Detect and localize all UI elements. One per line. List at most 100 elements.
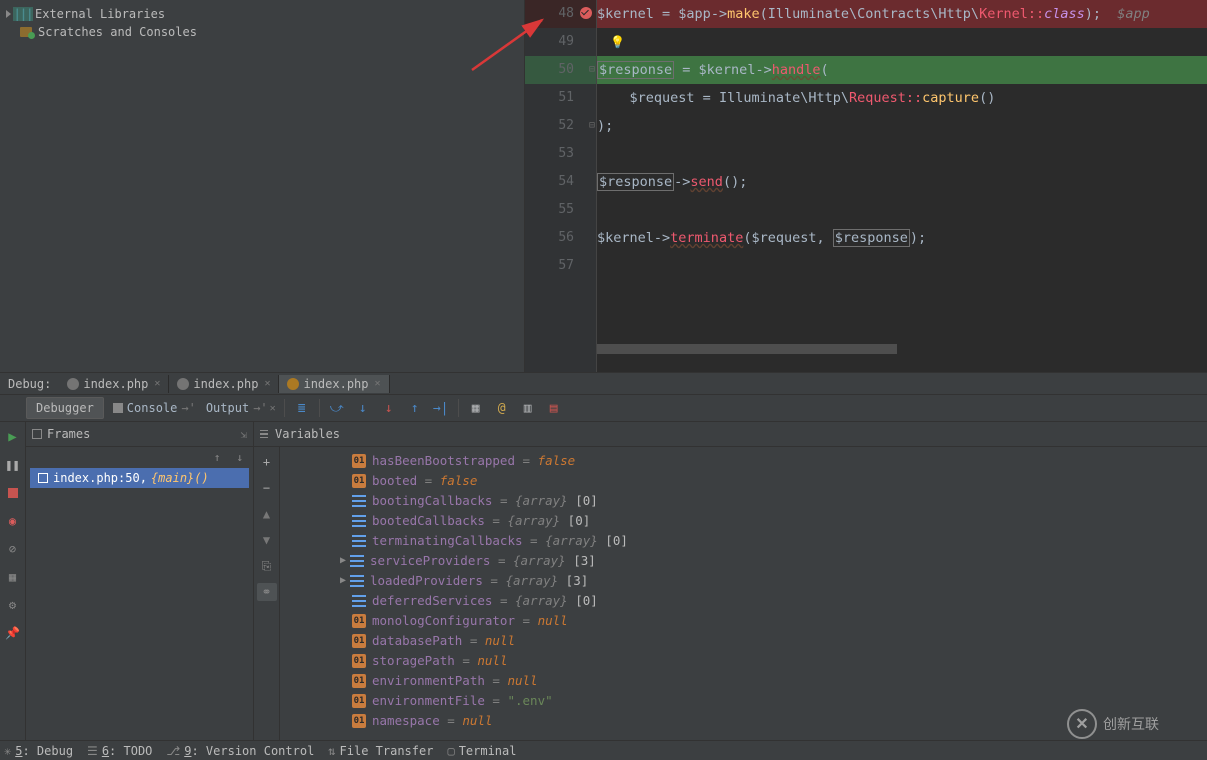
bug-icon xyxy=(287,378,299,390)
tool-window-terminal[interactable]: ▢Terminal xyxy=(447,744,516,758)
variable-row[interactable]: 01environmentPath = null xyxy=(280,671,1207,691)
editor-code[interactable]: $kernel = $app->make(Illuminate\Contract… xyxy=(597,0,1207,372)
variable-row[interactable]: 01storagePath = null xyxy=(280,651,1207,671)
library-icon xyxy=(15,7,31,21)
settings-icon[interactable]: ▥ xyxy=(516,396,540,420)
pin-icon[interactable]: 📌 xyxy=(4,624,22,642)
todo-icon: ☰ xyxy=(87,744,98,758)
evaluate-expression-icon[interactable]: ▦ xyxy=(464,396,488,420)
step-into-icon[interactable]: ↓ xyxy=(351,396,375,420)
watermark-logo: ✕ 创新互联 xyxy=(1067,706,1197,742)
show-execution-point-icon[interactable]: ≣ xyxy=(290,396,314,420)
variable-row[interactable]: 01monologConfigurator = null xyxy=(280,611,1207,631)
expand-icon[interactable]: ▶ xyxy=(340,551,350,571)
array-icon xyxy=(350,554,364,568)
bug-icon xyxy=(67,378,79,390)
line-number: 57 xyxy=(558,258,574,273)
close-output-icon[interactable]: ✕ xyxy=(270,403,276,414)
field-icon: 01 xyxy=(352,454,366,468)
pause-icon[interactable]: ❚❚ xyxy=(4,456,22,474)
frames-header: Frames ⇲ xyxy=(26,422,254,446)
terminal-icon: ▢ xyxy=(447,744,454,758)
view-breakpoints-icon[interactable]: ◉ xyxy=(4,512,22,530)
tool-window-file-transfer[interactable]: ⇅File Transfer xyxy=(328,744,433,758)
sidebar-scratches[interactable]: Scratches and Consoles xyxy=(0,23,524,41)
copy-icon[interactable]: ⎘ xyxy=(258,557,276,575)
settings-icon[interactable]: ⚙ xyxy=(4,596,22,614)
code-line-current-execution[interactable]: $response = $kernel->handle( xyxy=(597,56,1207,84)
tool-window-todo[interactable]: ☰6: TODO xyxy=(87,744,152,758)
fold-icon[interactable]: ⊟ xyxy=(589,56,595,84)
resume-icon[interactable]: ▶ xyxy=(4,428,22,446)
field-icon: 01 xyxy=(352,714,366,728)
layout-icon[interactable]: ▦ xyxy=(4,568,22,586)
field-icon: 01 xyxy=(352,694,366,708)
code-line[interactable] xyxy=(597,140,1207,168)
debugger-tab[interactable]: Debugger xyxy=(26,397,104,419)
code-line[interactable]: $request = Illuminate\Http\Request::capt… xyxy=(597,84,1207,112)
fold-icon[interactable]: ⊟ xyxy=(589,112,595,140)
memory-icon[interactable]: ▤ xyxy=(542,396,566,420)
expand-icon[interactable] xyxy=(6,10,11,18)
output-tab[interactable]: Output→'✕ xyxy=(202,401,280,415)
code-line[interactable]: $response->send(); xyxy=(597,168,1207,196)
close-tab-icon[interactable]: ✕ xyxy=(154,378,160,389)
frames-panel[interactable]: ↑ ↓ index.php:50, {main}() xyxy=(26,447,254,740)
run-to-cursor-icon[interactable]: →| xyxy=(429,396,453,420)
editor[interactable]: 48 49 50⊟ 51 52⊟ 53 54 55 56 57 $kernel … xyxy=(525,0,1207,372)
variable-row[interactable]: ▶serviceProviders = {array} [3] xyxy=(280,551,1207,571)
line-number: 48 xyxy=(558,6,574,21)
step-out-icon[interactable]: ↑ xyxy=(403,396,427,420)
code-line[interactable] xyxy=(597,252,1207,280)
project-sidebar[interactable]: External Libraries Scratches and Console… xyxy=(0,0,525,372)
tool-window-debug[interactable]: ✳5: Debug xyxy=(4,744,73,758)
line-number: 56 xyxy=(558,230,574,245)
up-icon[interactable]: ▲ xyxy=(258,505,276,523)
code-line[interactable]: 💡 xyxy=(597,28,1207,56)
restore-layout-icon[interactable]: ⇲ xyxy=(240,428,247,441)
prev-frame-icon[interactable]: ↑ xyxy=(214,451,221,464)
field-icon: 01 xyxy=(352,474,366,488)
step-over-icon[interactable]: ⤻ xyxy=(325,396,349,420)
next-frame-icon[interactable]: ↓ xyxy=(236,451,243,464)
code-line[interactable]: $kernel = $app->make(Illuminate\Contract… xyxy=(597,0,1207,28)
link-icon[interactable]: ⚭ xyxy=(257,583,277,601)
variable-row[interactable]: deferredServices = {array} [0] xyxy=(280,591,1207,611)
debug-session-tab[interactable]: index.php ✕ xyxy=(169,375,279,393)
variable-row[interactable]: bootingCallbacks = {array} [0] xyxy=(280,491,1207,511)
intention-bulb-icon[interactable]: 💡 xyxy=(610,28,625,56)
debug-tool-window[interactable]: Debug: index.php ✕ index.php ✕ index.php… xyxy=(0,372,1207,740)
horizontal-scrollbar[interactable] xyxy=(597,344,897,354)
code-line[interactable]: $kernel->terminate($request, $response); xyxy=(597,224,1207,252)
variable-row[interactable]: terminatingCallbacks = {array} [0] xyxy=(280,531,1207,551)
code-line[interactable] xyxy=(597,196,1207,224)
editor-gutter[interactable]: 48 49 50⊟ 51 52⊟ 53 54 55 56 57 xyxy=(525,0,597,372)
variable-row[interactable]: 01booted = false xyxy=(280,471,1207,491)
line-number: 49 xyxy=(558,34,574,49)
variable-row[interactable]: 01hasBeenBootstrapped = false xyxy=(280,451,1207,471)
force-step-into-icon[interactable]: ↓ xyxy=(377,396,401,420)
vcs-icon: ⎇ xyxy=(166,744,180,758)
close-tab-icon[interactable]: ✕ xyxy=(264,378,270,389)
close-tab-icon[interactable]: ✕ xyxy=(375,378,381,389)
variable-row[interactable]: bootedCallbacks = {array} [0] xyxy=(280,511,1207,531)
down-icon[interactable]: ▼ xyxy=(258,531,276,549)
code-line[interactable]: ); xyxy=(597,112,1207,140)
debug-session-tab[interactable]: index.php ✕ xyxy=(59,375,169,393)
sidebar-external-libraries[interactable]: External Libraries xyxy=(0,5,524,23)
variables-panel[interactable]: 01hasBeenBootstrapped = false01booted = … xyxy=(280,447,1207,740)
debug-tabs-bar: Debug: index.php ✕ index.php ✕ index.php… xyxy=(0,373,1207,395)
console-tab[interactable]: Console→' xyxy=(107,401,202,415)
breakpoint-icon[interactable] xyxy=(580,7,592,19)
tool-window-vcs[interactable]: ⎇9: Version Control xyxy=(166,744,314,758)
variable-row[interactable]: 01databasePath = null xyxy=(280,631,1207,651)
mute-breakpoints-icon[interactable]: ⊘ xyxy=(4,540,22,558)
watch-icon[interactable]: @ xyxy=(490,396,514,420)
expand-icon[interactable]: ▶ xyxy=(340,571,350,591)
add-watch-icon[interactable]: + xyxy=(258,453,276,471)
stack-frame[interactable]: index.php:50, {main}() xyxy=(30,468,249,488)
variable-row[interactable]: ▶loadedProviders = {array} [3] xyxy=(280,571,1207,591)
remove-watch-icon[interactable]: − xyxy=(258,479,276,497)
debug-session-tab[interactable]: index.php ✕ xyxy=(279,375,389,393)
stop-icon[interactable] xyxy=(4,484,22,502)
